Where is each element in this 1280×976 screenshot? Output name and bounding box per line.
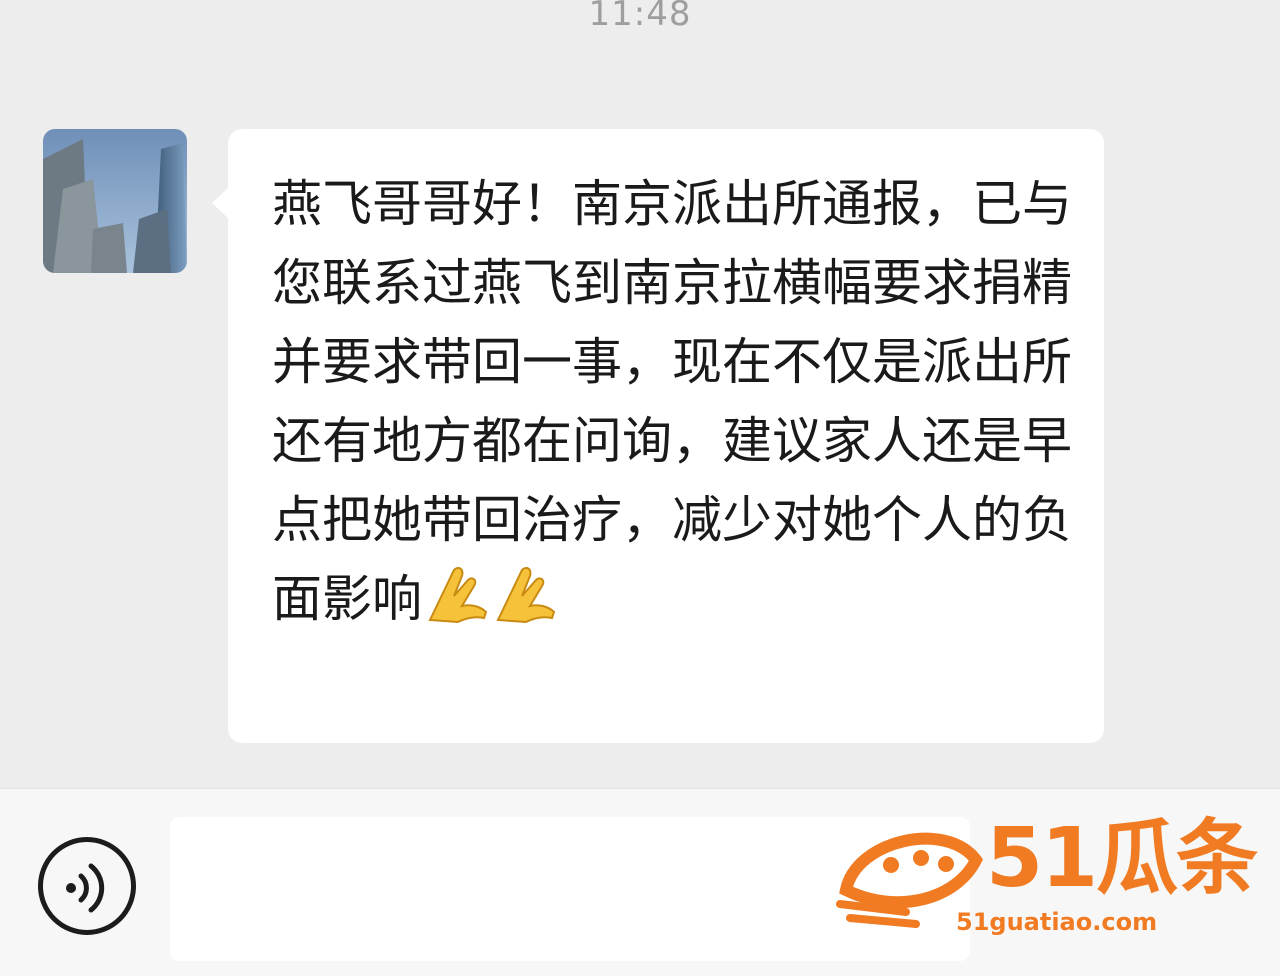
folded-hands-icon xyxy=(492,566,558,647)
message-text: 燕飞哥哥好！南京派出所通报，已与您联系过燕飞到南京拉横幅要求捐精并要求带回一事，… xyxy=(272,165,1072,647)
voice-button[interactable] xyxy=(38,837,136,935)
sender-avatar[interactable] xyxy=(43,129,187,273)
message-body: 燕飞哥哥好！南京派出所通报，已与您联系过燕飞到南京拉横幅要求捐精并要求带回一事，… xyxy=(272,175,1072,628)
message-bubble[interactable]: 燕飞哥哥好！南京派出所通报，已与您联系过燕飞到南京拉横幅要求捐精并要求带回一事，… xyxy=(212,129,1104,743)
bubble-tail xyxy=(212,187,229,219)
message-timestamp: 11:48 xyxy=(588,0,692,34)
voice-icon xyxy=(66,863,105,913)
watermark-url: 51guatiao.com xyxy=(956,908,1158,936)
building-avatar-image xyxy=(43,129,187,273)
folded-hands-icon xyxy=(424,566,490,647)
chat-area: 11:48 燕飞哥哥好！南京派出所通报，已与您联系过燕飞到南京拉横幅要求捐精并要… xyxy=(0,0,1280,788)
watermark-logo: 51瓜条 51guatiao.com xyxy=(836,812,1258,942)
watermark-brand: 51瓜条 xyxy=(986,811,1258,906)
